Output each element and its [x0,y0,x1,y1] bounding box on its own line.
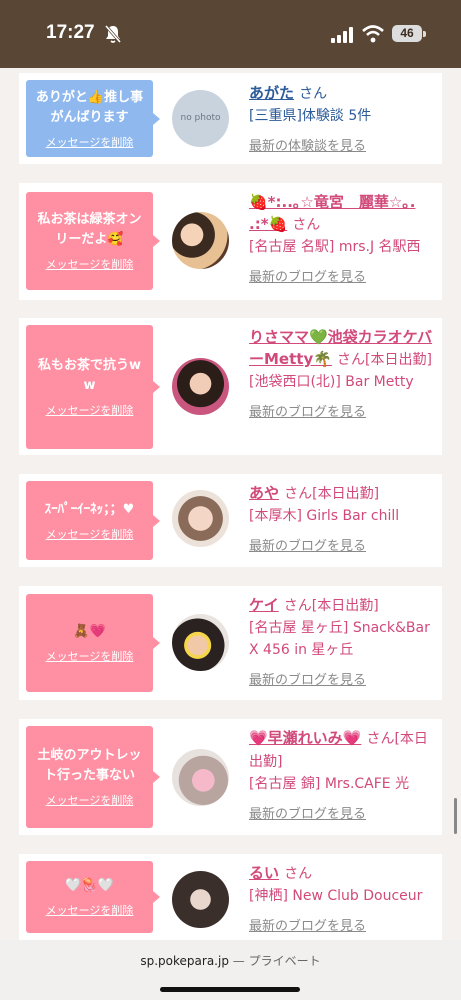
honorific: さん [292,217,321,233]
status-time: 17:27 [46,22,95,43]
no-photo-avatar: no photo [172,90,229,147]
list-item: 私お茶は緑茶オンリーだよ🥰 メッセージを削除 🍓*:..｡☆竜宮 麗華☆｡. .… [19,183,442,300]
honorific: さん[本日出勤] [284,486,380,502]
message-text: ｽｰﾊﾟｰｲｰﾈｯ；；♥ [44,501,135,517]
delete-message-link[interactable]: メッセージを削除 [46,526,134,542]
delete-message-link[interactable]: メッセージを削除 [46,402,134,418]
location-text: [池袋西口(北)] Bar Metty [249,374,414,390]
avatar[interactable] [172,212,229,269]
location-text: [本厚木] Girls Bar chill [249,508,400,524]
message-text: ありがと👍推し事がんばります [35,89,144,125]
battery-icon: 46 [392,25,422,42]
url-text: sp.pokepara.jp — プライベート [0,952,461,969]
item-info: あや さん[本日出勤] [本厚木] Girls Bar chill 最新のブログ… [249,482,439,554]
avatar[interactable]: no photo [172,90,229,147]
message-bubble: 🧸💗 メッセージを削除 [26,594,160,692]
item-info: ケイ さん[本日出勤] [名古屋 星ヶ丘] Snack&Bar X 456 in… [249,594,439,688]
message-text: 🧸💗 [73,624,106,639]
location-text: [神栖] New Club Douceur [249,888,423,904]
user-name-link[interactable]: あがた [249,84,294,102]
avatar[interactable] [172,871,229,928]
status-bar: 17:27 46 [0,0,461,68]
see-latest-link[interactable]: 最新の体験談を見る [249,135,439,154]
list-item: ありがと👍推し事がんばります メッセージを削除 no photo あがた さん … [19,73,442,164]
browser-url-bar[interactable]: sp.pokepara.jp — プライベート [0,940,461,1000]
list-item: 🤍🪼🤍 メッセージを削除 るい さん [神栖] New Club Douceur… [19,854,442,940]
item-info: りさママ💚池袋カラオケバーMetty🌴 さん[本日出勤] [池袋西口(北)] B… [249,326,439,420]
user-name-link[interactable]: るい [249,864,279,882]
item-info: 💗早瀬れいみ💗 さん[本日出勤] [名古屋 錦] Mrs.CAFE 光 最新のブ… [249,727,439,822]
see-latest-link[interactable]: 最新のブログを見る [249,669,439,688]
private-mode-label: プライベート [248,954,321,968]
user-name-link[interactable]: 🍓*:..｡☆竜宮 麗華☆｡. .:*🍓 [249,193,416,233]
location-text: [名古屋 錦] Mrs.CAFE 光 [249,776,410,792]
see-latest-link[interactable]: 最新のブログを見る [249,266,439,285]
honorific: さん[本日出勤] [283,598,379,614]
honorific: さん[本日出勤] [337,352,432,368]
scrollbar[interactable] [454,798,457,834]
message-text: 🤍🪼🤍 [65,878,114,893]
user-name-link[interactable]: あや [249,484,279,502]
list-item: 🧸💗 メッセージを削除 ケイ さん[本日出勤] [名古屋 星ヶ丘] Snack&… [19,586,442,700]
list-item: 私もお茶で抗うww メッセージを削除 りさママ💚池袋カラオケバーMetty🌴 さ… [19,318,442,455]
message-bubble: ｽｰﾊﾟｰｲｰﾈｯ；；♥ メッセージを削除 [26,481,160,560]
delete-message-link[interactable]: メッセージを削除 [46,134,134,150]
honorific: さん [284,866,313,882]
see-latest-link[interactable]: 最新のブログを見る [249,915,439,934]
list-item: 土岐のアウトレット行った事ない メッセージを削除 💗早瀬れいみ💗 さん[本日出勤… [19,719,442,835]
delete-message-link[interactable]: メッセージを削除 [46,648,134,664]
message-bubble: 🤍🪼🤍 メッセージを削除 [26,861,160,933]
location-text: [三重県]体験談 5件 [249,108,372,124]
item-info: るい さん [神栖] New Club Douceur 最新のブログを見る [249,862,439,934]
item-info: あがた さん [三重県]体験談 5件 最新の体験談を見る [249,82,439,154]
url-separator: — [232,954,245,968]
list-item: ｽｰﾊﾟｰｲｰﾈｯ；；♥ メッセージを削除 あや さん[本日出勤] [本厚木] … [19,474,442,567]
avatar[interactable] [172,749,229,806]
avatar[interactable] [172,490,229,547]
location-text: [名古屋 名駅] mrs.J 名駅西 [249,239,421,255]
see-latest-link[interactable]: 最新のブログを見る [249,401,439,420]
wifi-icon [362,25,384,43]
message-list: ありがと👍推し事がんばります メッセージを削除 no photo あがた さん … [0,68,461,940]
avatar[interactable] [172,358,229,415]
delete-message-link[interactable]: メッセージを削除 [46,256,134,272]
message-text: 私もお茶で抗うww [37,358,141,393]
see-latest-link[interactable]: 最新のブログを見る [249,535,439,554]
bell-muted-icon [104,25,122,43]
message-bubble: 私お茶は緑茶オンリーだよ🥰 メッセージを削除 [26,192,160,290]
message-bubble: ありがと👍推し事がんばります メッセージを削除 [26,80,160,157]
see-latest-link[interactable]: 最新のブログを見る [249,803,439,822]
home-indicator[interactable] [160,987,300,992]
item-info: 🍓*:..｡☆竜宮 麗華☆｡. .:*🍓 さん [名古屋 名駅] mrs.J 名… [249,191,439,285]
message-bubble: 私もお茶で抗うww メッセージを削除 [26,325,160,449]
url-domain: sp.pokepara.jp [140,954,229,968]
avatar[interactable] [172,614,229,671]
user-name-link[interactable]: ケイ [249,596,279,614]
message-text: 私お茶は緑茶オンリーだよ🥰 [37,212,142,247]
message-text: 土岐のアウトレット行った事ない [37,748,142,783]
delete-message-link[interactable]: メッセージを削除 [46,902,134,918]
signal-icon [331,27,353,43]
location-text: [名古屋 星ヶ丘] Snack&Bar X 456 in 星ヶ丘 [249,620,430,658]
message-bubble: 土岐のアウトレット行った事ない メッセージを削除 [26,726,160,828]
user-name-link[interactable]: 💗早瀬れいみ💗 [249,729,361,747]
battery-tip [423,31,426,37]
delete-message-link[interactable]: メッセージを削除 [46,792,134,808]
honorific: さん [299,86,328,102]
